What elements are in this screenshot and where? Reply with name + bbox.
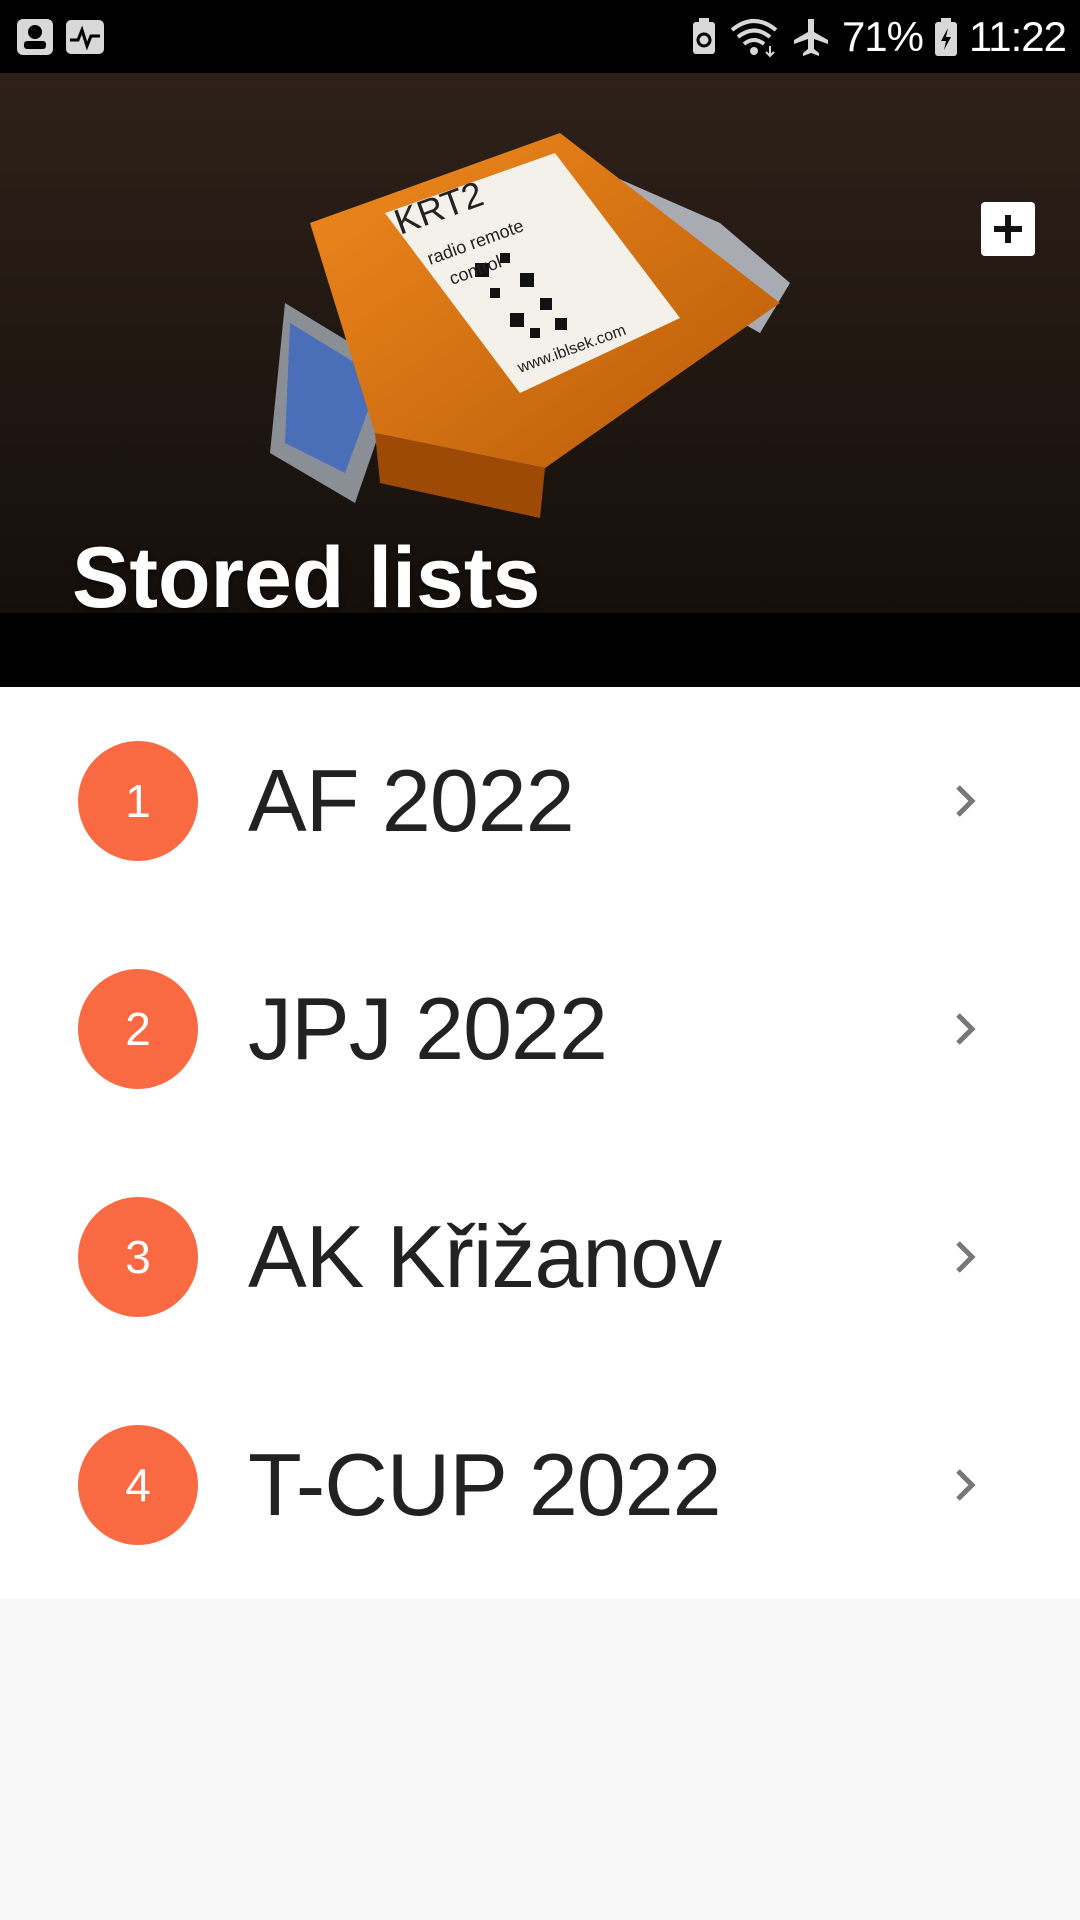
wifi-icon (730, 18, 778, 57)
airplane-icon (793, 18, 828, 56)
battery-saver-icon (692, 17, 715, 54)
hero-header: KRT2 radio remote control www.iblsek.com… (0, 73, 1080, 687)
list-item[interactable]: 4 T-CUP 2022 (0, 1371, 1080, 1599)
list-number-badge: 3 (78, 1197, 198, 1317)
list-number-badge: 4 (78, 1425, 198, 1545)
page-title: Stored lists (72, 530, 541, 626)
plus-icon (994, 215, 1022, 243)
list-name: JPJ 2022 (248, 979, 608, 1078)
list-name: T-CUP 2022 (248, 1435, 722, 1534)
status-bar: 71% 11:22 (0, 0, 1080, 73)
activity-icon (66, 20, 104, 54)
list-item[interactable]: 1 AF 2022 (0, 687, 1080, 915)
list-item[interactable]: 3 AK Křižanov (0, 1143, 1080, 1371)
battery-percent: 71% (841, 12, 924, 60)
chevron-right-icon (956, 785, 976, 817)
stored-lists: 1 AF 2022 2 JPJ 2022 3 AK Křižanov 4 T-C… (0, 687, 1080, 1599)
chevron-right-icon (956, 1241, 976, 1273)
vpn-icon (17, 19, 53, 55)
list-number-badge: 2 (78, 969, 198, 1089)
battery-charging-icon (935, 17, 957, 56)
list-number-badge: 1 (78, 741, 198, 861)
chevron-right-icon (956, 1469, 976, 1501)
add-list-button[interactable] (981, 202, 1035, 256)
list-name: AF 2022 (248, 751, 575, 850)
list-name: AK Křižanov (248, 1207, 722, 1306)
list-item[interactable]: 2 JPJ 2022 (0, 915, 1080, 1143)
chevron-right-icon (956, 1013, 976, 1045)
status-time: 11:22 (969, 12, 1067, 60)
